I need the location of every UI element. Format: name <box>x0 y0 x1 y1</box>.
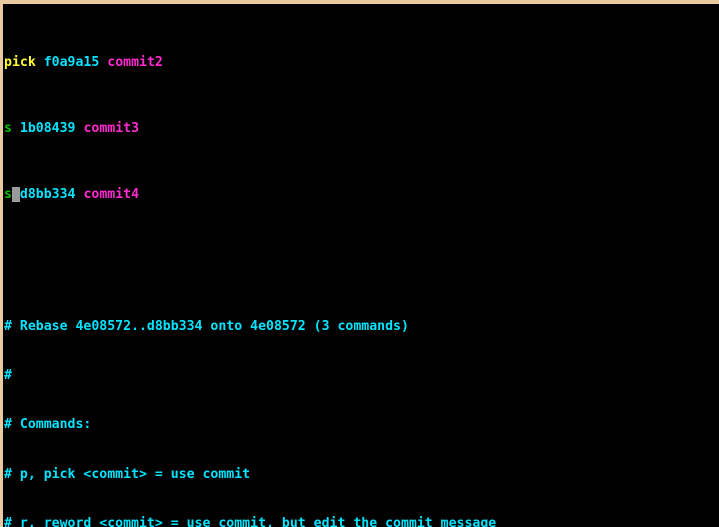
comment-line-commands-header: # Commands: <box>4 417 92 433</box>
todo-subject: commit4 <box>83 186 140 202</box>
comment-line-blank: # <box>4 367 12 383</box>
todo-command[interactable]: s <box>4 187 12 202</box>
todo-line[interactable]: s 1b08439 commit3 <box>4 121 599 137</box>
terminal-text-area[interactable]: pick f0a9a15 commit2 s 1b08439 commit3 s… <box>3 4 599 527</box>
todo-subject: commit3 <box>83 121 140 137</box>
comment-line-pick: # p, pick <commit> = use commit <box>4 466 251 482</box>
todo-line[interactable]: s d8bb334 commit4 <box>4 186 599 203</box>
todo-command[interactable]: s <box>4 121 12 136</box>
comment-line-reword: # r, reword <commit> = use commit, but e… <box>4 515 497 527</box>
todo-line[interactable]: pick f0a9a15 commit2 <box>4 55 599 71</box>
text-cursor[interactable] <box>11 186 20 202</box>
todo-hash: f0a9a15 <box>43 55 100 71</box>
todo-command[interactable]: pick <box>4 55 36 70</box>
todo-subject: commit2 <box>107 55 163 71</box>
todo-hash: 1b08439 <box>19 121 76 137</box>
comment-line-rebase-header: # Rebase 4e08572..d8bb334 onto 4e08572 (… <box>4 318 409 334</box>
terminal-window: pick f0a9a15 commit2 s 1b08439 commit3 s… <box>0 0 719 527</box>
todo-hash: d8bb334 <box>19 186 76 202</box>
